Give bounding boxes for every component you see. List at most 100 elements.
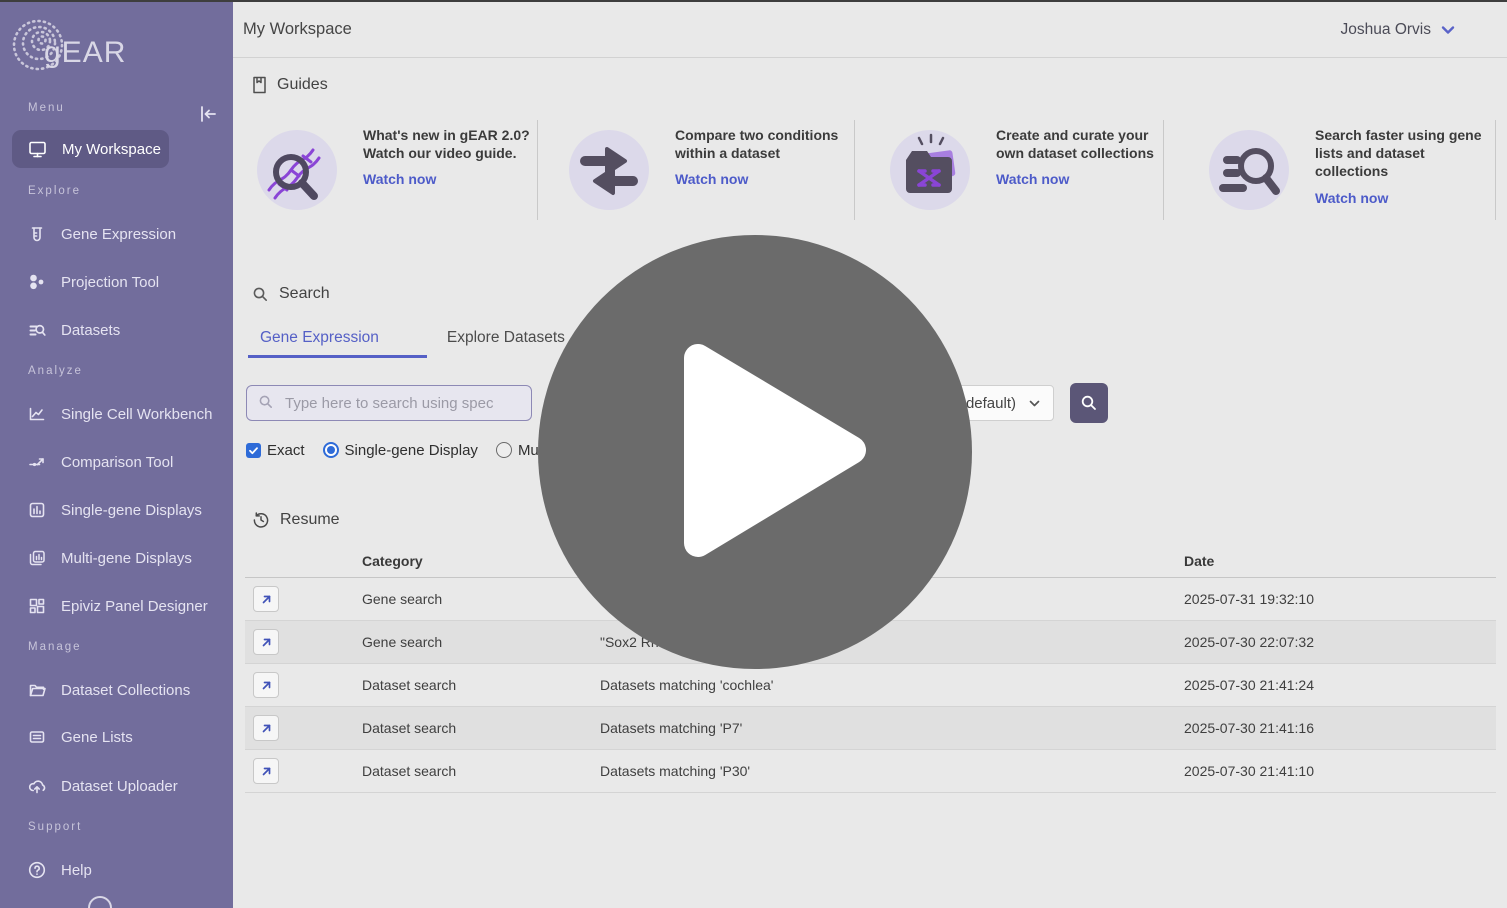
column-header-date: Date: [1184, 553, 1214, 569]
arrow-up-right-icon: [260, 765, 273, 778]
logo-text: gEAR: [44, 36, 126, 70]
column-header-category: Category: [362, 553, 423, 569]
arrow-up-right-icon: [260, 722, 273, 735]
single-gene-option: Single-gene Display: [323, 442, 478, 459]
sidebar-collapse-button[interactable]: [196, 102, 220, 126]
sidebar-item-gene-expression[interactable]: Gene Expression: [12, 215, 221, 253]
row-date: 2025-07-30 21:41:24: [1184, 677, 1314, 693]
exact-checkbox[interactable]: [246, 443, 261, 458]
section-label-menu: Menu: [28, 102, 65, 114]
open-search-button[interactable]: [253, 629, 279, 655]
check-icon: [248, 445, 259, 456]
watch-now-link[interactable]: Watch now: [996, 171, 1069, 187]
sidebar-item-label: Single-gene Displays: [61, 502, 202, 519]
multi-gene-radio[interactable]: [496, 442, 512, 458]
row-label: Datasets matching 'P30': [600, 763, 750, 779]
test-tube-icon: [27, 224, 47, 244]
guide-book-icon: [252, 76, 267, 94]
folder-dna-icon: [888, 128, 972, 212]
search-tabs: Gene Expression Explore Datasets: [248, 325, 585, 358]
resume-heading: Resume: [252, 511, 340, 529]
gear-logo: gEAR: [8, 10, 158, 80]
open-search-button[interactable]: [253, 586, 279, 612]
stacked-charts-icon: [27, 548, 47, 568]
open-search-button[interactable]: [253, 715, 279, 741]
sidebar-item-label: My Workspace: [62, 141, 161, 158]
guide-card-compare-conditions: Compare two conditions within a dataset …: [538, 120, 855, 220]
sidebar-item-label: Dataset Collections: [61, 682, 190, 699]
watch-now-link[interactable]: Watch now: [363, 171, 436, 187]
sidebar-item-label: Single Cell Workbench: [61, 406, 212, 423]
folder-open-icon: [27, 680, 47, 700]
guide-card-title: What's new in gEAR 2.0? Watch our video …: [363, 126, 537, 162]
chevron-down-icon: [1439, 21, 1457, 39]
sidebar-item-single-cell-workbench[interactable]: Single Cell Workbench: [12, 395, 221, 433]
history-clock-icon: [252, 511, 270, 529]
user-menu[interactable]: Joshua Orvis: [1341, 21, 1457, 39]
open-search-button[interactable]: [253, 672, 279, 698]
row-date: 2025-07-30 22:07:32: [1184, 634, 1314, 650]
row-label: Datasets matching 'cochlea': [600, 677, 773, 693]
open-search-button[interactable]: [253, 758, 279, 784]
table-row: Dataset search Datasets matching 'P7' 20…: [245, 707, 1496, 750]
sidebar-item-label: Gene Expression: [61, 226, 176, 243]
guides-heading-label: Guides: [277, 76, 328, 94]
list-card-icon: [27, 727, 47, 747]
resume-heading-label: Resume: [280, 511, 340, 529]
row-category: Dataset search: [362, 763, 456, 779]
play-icon: [680, 343, 870, 558]
sidebar-item-multi-gene-displays[interactable]: Multi-gene Displays: [12, 539, 221, 577]
compare-arrows-icon: [27, 452, 47, 472]
exact-label: Exact: [267, 442, 305, 459]
guides-heading: Guides: [252, 76, 328, 94]
arrow-up-right-icon: [260, 679, 273, 692]
watch-now-link[interactable]: Watch now: [1315, 190, 1388, 206]
section-label-explore: Explore: [28, 185, 81, 197]
sidebar-item-comparison-tool[interactable]: Comparison Tool: [12, 443, 221, 481]
sidebar-item-epiviz-panel-designer[interactable]: Epiviz Panel Designer: [12, 587, 221, 625]
row-date: 2025-07-31 19:32:10: [1184, 591, 1314, 607]
bar-chart-icon: [27, 500, 47, 520]
sidebar-item-label: Help: [61, 862, 92, 879]
tab-gene-expression[interactable]: Gene Expression: [248, 325, 427, 358]
sidebar-item-dataset-uploader[interactable]: Dataset Uploader: [12, 767, 221, 805]
gear-workspace-page: gEAR Menu My Workspace Explore: [0, 0, 1507, 908]
guide-card-search-faster: Search faster using gene lists and datas…: [1164, 120, 1496, 220]
sidebar-item-single-gene-displays[interactable]: Single-gene Displays: [12, 491, 221, 529]
watch-now-link[interactable]: Watch now: [675, 171, 748, 187]
sidebar-item-datasets[interactable]: Datasets: [12, 311, 221, 349]
sidebar-item-label: Dataset Uploader: [61, 778, 178, 795]
row-category: Dataset search: [362, 720, 456, 736]
row-date: 2025-07-30 21:41:10: [1184, 763, 1314, 779]
cloud-upload-icon: [27, 776, 47, 796]
section-label-analyze: Analyze: [28, 365, 83, 377]
single-gene-radio[interactable]: [323, 442, 339, 458]
guide-card-title: Search faster using gene lists and datas…: [1315, 126, 1495, 181]
search-heading: Search: [252, 285, 330, 303]
help-circle-icon: [27, 860, 47, 880]
sidebar-item-label: Projection Tool: [61, 274, 159, 291]
section-label-support: Support: [28, 821, 82, 833]
table-row: Dataset search Datasets matching 'P30' 2…: [245, 750, 1496, 793]
line-chart-icon: [27, 404, 47, 424]
monitor-icon: [27, 139, 48, 159]
sidebar-item-gene-lists[interactable]: Gene Lists: [12, 718, 221, 756]
search-submit-button[interactable]: [1070, 383, 1108, 423]
user-name: Joshua Orvis: [1341, 21, 1431, 39]
gene-search-input[interactable]: [246, 385, 532, 421]
row-category: Gene search: [362, 591, 442, 607]
video-play-button[interactable]: [538, 235, 972, 669]
sidebar-item-label: Datasets: [61, 322, 120, 339]
sidebar-item-label: Multi-gene Displays: [61, 550, 192, 567]
dropdown-selected-value: default): [966, 395, 1016, 412]
sidebar-item-help[interactable]: Help: [12, 851, 221, 889]
sidebar-item-projection-tool[interactable]: Projection Tool: [12, 263, 221, 301]
dataset-search-icon: [27, 320, 47, 340]
chevron-down-icon: [1028, 397, 1041, 410]
sidebar-item-dataset-collections[interactable]: Dataset Collections: [12, 671, 221, 709]
arrow-up-right-icon: [260, 593, 273, 606]
topbar: My Workspace Joshua Orvis: [233, 2, 1507, 58]
cluster-dots-icon: [27, 272, 47, 292]
sidebar-item-label: Epiviz Panel Designer: [61, 598, 208, 615]
sidebar-item-my-workspace[interactable]: My Workspace: [12, 130, 169, 168]
